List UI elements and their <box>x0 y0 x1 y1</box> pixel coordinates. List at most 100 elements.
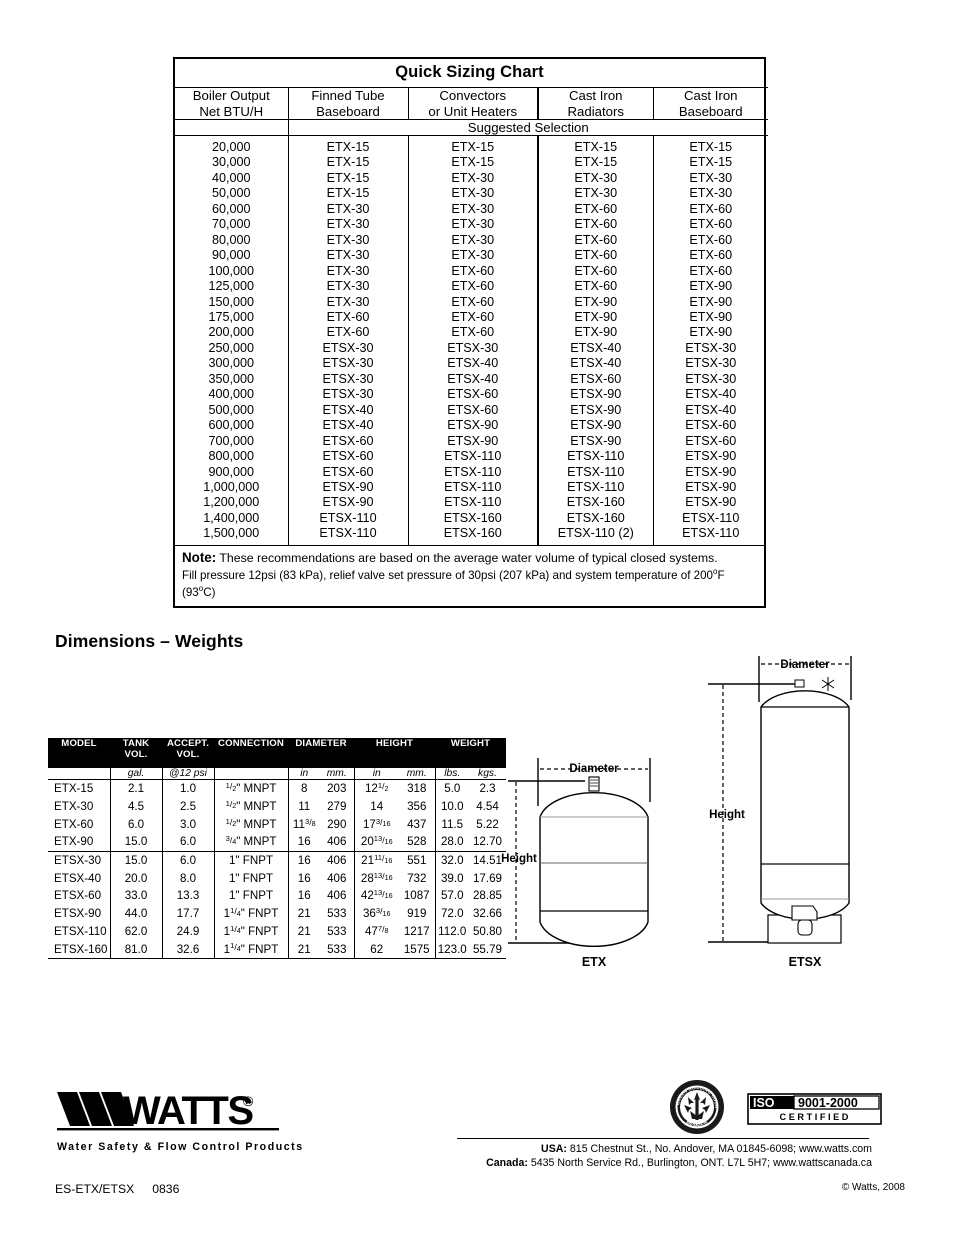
cell-diameter-in: 113/8 <box>287 815 320 834</box>
cell-btu: 90,000 <box>211 248 251 263</box>
table-row: 300,000 ETSX-30 ETSX-40 ETSX-40 ETSX-30 <box>175 356 768 372</box>
cell-acceptance-volume: 32.6 <box>161 940 214 959</box>
cell-weight-lbs: 28.0 <box>434 833 469 852</box>
cell-connection: 11/4" FNPT <box>213 904 288 923</box>
cell-radiator: ETX-60 <box>537 263 653 280</box>
table-header-row: Boiler Output Net BTU/H Finned Tube Base… <box>175 87 768 120</box>
footer-divider-rule <box>457 1138 869 1139</box>
table-row: 600,000 ETSX-40 ETSX-90 ETSX-90 ETSX-60 <box>175 418 768 434</box>
dim-unit-connection <box>213 768 288 780</box>
cell-tank-volume: 2.1 <box>109 779 162 798</box>
dim-col-diameter: DIAMETER <box>288 738 354 768</box>
table-row: ETSX-60 33.0 13.3 1" FNPT 16 406 4213/16 1087 57… <box>48 887 506 905</box>
cell-acceptance-volume: 2.5 <box>161 797 214 816</box>
etx-caption: ETX <box>582 955 607 969</box>
cell-acceptance-volume: 24.9 <box>161 922 214 941</box>
iso-standard: 9001-2000 <box>798 1096 858 1110</box>
watts-logo-block: WATTS ® Water Safety & Flow Control Prod… <box>57 1089 357 1153</box>
cell-connection: 1/2" MNPT <box>213 815 288 834</box>
cell-diameter-mm: 279 <box>327 800 347 814</box>
cell-convector: ETSX-110 <box>407 449 538 465</box>
table-row: ETSX-110 62.0 24.9 11/4" FNPT 21 533 477/8 1217… <box>48 922 506 941</box>
cell-radiator: ETX-60 <box>537 279 653 295</box>
cell-finned: ETX-60 <box>287 309 408 326</box>
table-row: 900,000 ETSX-60 ETSX-110 ETSX-110 ETSX-90 <box>175 464 768 480</box>
cell-diameter-in: 21 <box>287 940 320 959</box>
usa-label: USA: <box>541 1143 567 1155</box>
cell-model: ETSX-110 <box>54 924 107 938</box>
cell-convector: ETSX-90 <box>407 418 538 434</box>
cell-radiator: ETSX-160 <box>537 495 653 511</box>
cell-btu: 500,000 <box>208 402 255 417</box>
cell-radiator: ETX-90 <box>537 309 653 326</box>
spanner-empty-cell <box>175 119 288 136</box>
cell-acceptance-volume: 8.0 <box>161 869 214 888</box>
quick-sizing-chart-title: Quick Sizing Chart <box>395 63 544 81</box>
etsx-air-valve-icon <box>821 677 835 691</box>
cell-acceptance-volume: 6.0 <box>161 833 214 852</box>
cell-convector: ETX-30 <box>407 186 538 202</box>
cell-convector: ETSX-30 <box>407 340 538 357</box>
cell-tank-volume: 15.0 <box>109 833 162 852</box>
fraction: 1/4 <box>230 941 241 953</box>
tank-diagrams-svg: Diameter Height ETX Diameter Height ETSX <box>501 656 852 969</box>
cell-convector: ETX-30 <box>407 170 538 187</box>
table-row: 1,200,000 ETSX-90 ETSX-110 ETSX-160 ETSX-90 <box>175 495 768 511</box>
dim-unit-weight-lbs: lbs. <box>434 768 469 780</box>
cell-finned: ETSX-60 <box>287 464 408 480</box>
etx-tank-body <box>539 792 649 947</box>
cell-height-in: 2013/16 <box>353 833 399 852</box>
cell-radiator: ETX-15 <box>537 135 653 156</box>
cell-connection: 1" FNPT <box>213 887 288 905</box>
logo-text: WATTS <box>123 1090 253 1132</box>
cell-height-mm: 528 <box>407 835 427 849</box>
fraction: 1/4 <box>230 905 241 918</box>
cell-radiator: ETX-90 <box>537 294 653 310</box>
cell-baseboard: ETX-15 <box>652 135 768 156</box>
table-row: 700,000 ETSX-60 ETSX-90 ETSX-90 ETSX-60 <box>175 433 768 450</box>
badges-svg: U.S. GREEN BUILDING COUNCIL MEMBER ISO 9… <box>666 1074 882 1134</box>
cell-finned: ETSX-30 <box>287 387 408 403</box>
cell-convector: ETX-30 <box>407 217 538 233</box>
etsx-top-fitting <box>794 679 805 688</box>
cell-diameter-in: 21 <box>287 922 320 941</box>
cell-btu: 175,000 <box>208 309 255 324</box>
watts-logo: WATTS ® <box>57 1089 279 1133</box>
etsx-height-label: Height <box>709 809 745 821</box>
cell-radiator: ETSX-110 <box>537 464 653 480</box>
cell-convector: ETSX-160 <box>407 510 538 527</box>
table-row: ETSX-90 44.0 17.7 11/4" FNPT 21 533 363/16 919 7… <box>48 904 506 923</box>
cell-radiator: ETX-60 <box>537 217 653 233</box>
dimensions-weights-table: MODEL TANK VOL. ACCEPT. VOL. CONNECTION … <box>48 738 506 964</box>
cell-btu: 70,000 <box>211 217 251 232</box>
cell-weight-lbs: 5.0 <box>434 779 469 798</box>
cell-weight-lbs: 57.0 <box>434 887 469 905</box>
green-building-council-badge: U.S. GREEN BUILDING COUNCIL MEMBER <box>666 1074 724 1134</box>
cell-height-in: 2111/16 <box>353 850 399 870</box>
cell-height-mm: 318 <box>407 782 427 796</box>
dim-unit-model <box>48 768 110 780</box>
cell-baseboard: ETX-90 <box>652 294 768 310</box>
table-row: 400,000 ETSX-30 ETSX-60 ETSX-90 ETSX-40 <box>175 387 768 403</box>
cell-btu: 50,000 <box>211 186 251 201</box>
cell-radiator: ETX-60 <box>537 232 653 249</box>
dim-col-height: HEIGHT <box>354 738 435 768</box>
cell-finned: ETX-15 <box>287 186 408 202</box>
cell-model: ETSX-30 <box>48 850 110 870</box>
cell-convector: ETX-30 <box>407 248 538 264</box>
cell-finned: ETSX-110 <box>287 510 408 527</box>
cell-convector: ETSX-110 <box>407 495 538 511</box>
cell-finned: ETX-30 <box>287 263 408 280</box>
etx-diameter-label: Diameter <box>569 763 619 775</box>
cell-baseboard: ETSX-90 <box>652 479 768 496</box>
cell-btu: 20,000 <box>211 140 251 154</box>
fraction: 13/16 <box>373 870 393 883</box>
cell-baseboard: ETSX-40 <box>652 402 768 419</box>
usa-address: 815 Chestnut St., No. Andover, MA 01845-… <box>569 1143 872 1155</box>
cell-btu: 800,000 <box>208 449 255 464</box>
fraction: 1/4 <box>230 923 241 936</box>
cell-acceptance-volume: 6.0 <box>161 850 214 870</box>
usa-address-line: USA: 815 Chestnut St., No. Andover, MA 0… <box>380 1142 872 1156</box>
cell-finned: ETSX-30 <box>287 340 408 357</box>
col-header-cast-iron-radiators: Cast Iron Radiators <box>537 87 653 120</box>
